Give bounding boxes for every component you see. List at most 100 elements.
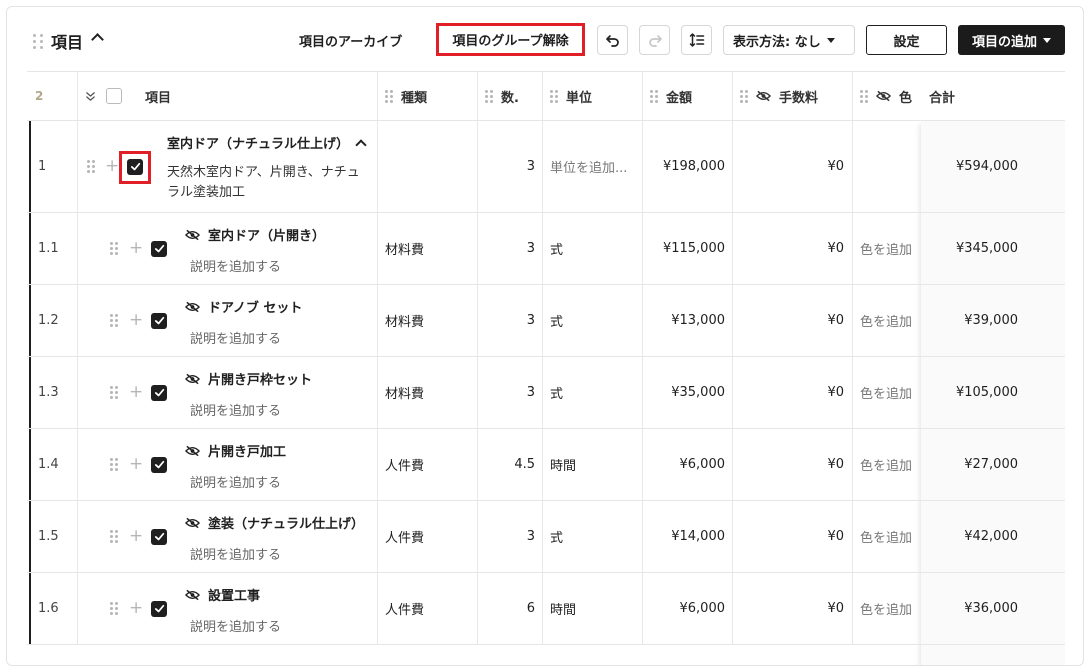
item-fee[interactable]: ¥0 <box>827 241 844 256</box>
item-unit[interactable]: 式 <box>550 239 563 258</box>
add-subitem-icon[interactable]: + <box>129 240 143 257</box>
item-name[interactable]: 設置工事 <box>208 585 260 604</box>
row-drag-handle-icon[interactable] <box>110 530 118 543</box>
item-fee[interactable]: ¥0 <box>827 601 844 616</box>
item-description[interactable]: 説明を追加する <box>190 616 375 635</box>
row-checkbox[interactable] <box>151 312 167 329</box>
row-checkbox[interactable] <box>151 384 167 401</box>
item-type[interactable]: 人件費 <box>385 599 424 618</box>
item-name[interactable]: 室内ドア（片開き） <box>208 225 325 244</box>
collapse-chevron-icon[interactable] <box>91 33 104 46</box>
item-qty[interactable]: 3 <box>527 313 535 328</box>
table-row[interactable]: 1.3 + 片開き戸枠セット 説明を追加する 材料費 3 式 ¥35,000 ¥… <box>27 357 1065 429</box>
group-qty[interactable]: 3 <box>527 159 535 174</box>
ungroup-items-button[interactable]: 項目のグループ解除 <box>436 23 585 56</box>
table-row[interactable]: 1.1 + 室内ドア（片開き） 説明を追加する 材料費 3 式 ¥115,000… <box>27 213 1065 285</box>
column-unit-header[interactable]: 単位 <box>550 72 592 120</box>
row-checkbox[interactable] <box>151 456 167 473</box>
item-fee[interactable]: ¥0 <box>827 313 844 328</box>
column-amount-header[interactable]: 金額 <box>650 72 692 120</box>
item-qty[interactable]: 3 <box>527 385 535 400</box>
item-type[interactable]: 材料費 <box>385 383 424 402</box>
item-description[interactable]: 説明を追加する <box>190 472 375 491</box>
table-row[interactable]: 1.2 + ドアノブ セット 説明を追加する 材料費 3 式 ¥13,000 ¥… <box>27 285 1065 357</box>
item-amount[interactable]: ¥6,000 <box>680 601 726 616</box>
row-drag-handle-icon[interactable] <box>110 314 118 327</box>
row-drag-handle-icon[interactable] <box>110 386 118 399</box>
add-subitem-icon[interactable]: + <box>105 158 119 175</box>
row-drag-handle-icon[interactable] <box>110 602 118 615</box>
expand-all-toggle[interactable] <box>85 72 96 120</box>
settings-button[interactable]: 設定 <box>866 25 947 55</box>
item-qty[interactable]: 3 <box>527 241 535 256</box>
item-type[interactable]: 人件費 <box>385 527 424 546</box>
item-color-placeholder[interactable]: 色を追加 <box>860 599 912 618</box>
item-amount[interactable]: ¥14,000 <box>671 529 725 544</box>
column-type-header[interactable]: 種類 <box>385 72 427 120</box>
row-checkbox[interactable] <box>151 600 167 617</box>
row-drag-handle-icon[interactable] <box>87 160 95 173</box>
hidden-eye-icon[interactable] <box>185 589 200 601</box>
item-amount[interactable]: ¥13,000 <box>671 313 725 328</box>
item-qty[interactable]: 3 <box>527 529 535 544</box>
hidden-eye-icon[interactable] <box>185 373 200 385</box>
item-type[interactable]: 材料費 <box>385 239 424 258</box>
hidden-eye-icon[interactable] <box>185 517 200 529</box>
item-description[interactable]: 説明を追加する <box>190 544 375 563</box>
group-fee[interactable]: ¥0 <box>827 159 844 174</box>
group-description[interactable]: 天然木室内ドア、片開き、ナチュラル塗装加工 <box>167 163 372 203</box>
item-fee[interactable]: ¥0 <box>827 529 844 544</box>
add-subitem-icon[interactable]: + <box>129 528 143 545</box>
hidden-eye-icon[interactable] <box>185 301 200 313</box>
column-qty-header[interactable]: 数. <box>485 72 519 120</box>
group-row[interactable]: 1 + 室内ドア（ナチュラル仕上げ） 天然木室内ドア、片開き、ナチュラル塗装加工… <box>27 121 1065 213</box>
add-subitem-icon[interactable]: + <box>129 312 143 329</box>
add-subitem-icon[interactable]: + <box>129 384 143 401</box>
item-color-placeholder[interactable]: 色を追加 <box>860 311 912 330</box>
group-unit-placeholder[interactable]: 単位を追加... <box>550 157 627 176</box>
add-item-button[interactable]: 項目の追加 <box>958 25 1065 55</box>
hidden-eye-icon[interactable] <box>185 445 200 457</box>
item-description[interactable]: 説明を追加する <box>190 328 375 347</box>
display-mode-dropdown[interactable]: 表示方法: なし <box>723 25 855 55</box>
row-drag-handle-icon[interactable] <box>110 458 118 471</box>
group-name[interactable]: 室内ドア（ナチュラル仕上げ） <box>167 133 349 152</box>
redo-button[interactable] <box>639 25 670 55</box>
add-subitem-icon[interactable]: + <box>129 600 143 617</box>
item-type[interactable]: 材料費 <box>385 311 424 330</box>
item-amount[interactable]: ¥6,000 <box>680 457 726 472</box>
item-description[interactable]: 説明を追加する <box>190 256 375 275</box>
item-name[interactable]: ドアノブ セット <box>208 297 302 316</box>
item-qty[interactable]: 4.5 <box>514 457 535 472</box>
select-all-checkbox[interactable] <box>106 88 122 104</box>
row-checkbox[interactable] <box>151 528 167 545</box>
group-collapse-icon[interactable] <box>355 138 367 151</box>
item-color-placeholder[interactable]: 色を追加 <box>860 239 912 258</box>
item-name[interactable]: 片開き戸加工 <box>208 441 286 460</box>
column-fee-header[interactable]: 手数料 <box>740 72 818 120</box>
item-name[interactable]: 塗装（ナチュラル仕上げ） <box>208 513 364 532</box>
item-unit[interactable]: 時間 <box>550 599 576 618</box>
table-row[interactable]: 1.6 + 設置工事 説明を追加する 人件費 6 時間 ¥6,000 ¥0 色を… <box>27 573 1065 645</box>
item-amount[interactable]: ¥115,000 <box>663 241 725 256</box>
item-unit[interactable]: 時間 <box>550 455 576 474</box>
item-unit[interactable]: 式 <box>550 311 563 330</box>
sort-button[interactable] <box>681 25 712 55</box>
item-type[interactable]: 人件費 <box>385 455 424 474</box>
row-checkbox[interactable] <box>151 240 167 257</box>
archive-items-button[interactable]: 項目のアーカイブ <box>299 31 402 50</box>
item-fee[interactable]: ¥0 <box>827 385 844 400</box>
table-row[interactable]: 1.4 + 片開き戸加工 説明を追加する 人件費 4.5 時間 ¥6,000 ¥… <box>27 429 1065 501</box>
item-description[interactable]: 説明を追加する <box>190 400 375 419</box>
table-row[interactable]: 1.5 + 塗装（ナチュラル仕上げ） 説明を追加する 人件費 3 式 ¥14,0… <box>27 501 1065 573</box>
item-unit[interactable]: 式 <box>550 383 563 402</box>
item-fee[interactable]: ¥0 <box>827 457 844 472</box>
item-color-placeholder[interactable]: 色を追加 <box>860 455 912 474</box>
hidden-eye-icon[interactable] <box>185 229 200 241</box>
row-drag-handle-icon[interactable] <box>110 242 118 255</box>
group-amount[interactable]: ¥198,000 <box>663 159 725 174</box>
undo-button[interactable] <box>597 25 628 55</box>
item-unit[interactable]: 式 <box>550 527 563 546</box>
item-amount[interactable]: ¥35,000 <box>671 385 725 400</box>
item-qty[interactable]: 6 <box>527 601 535 616</box>
